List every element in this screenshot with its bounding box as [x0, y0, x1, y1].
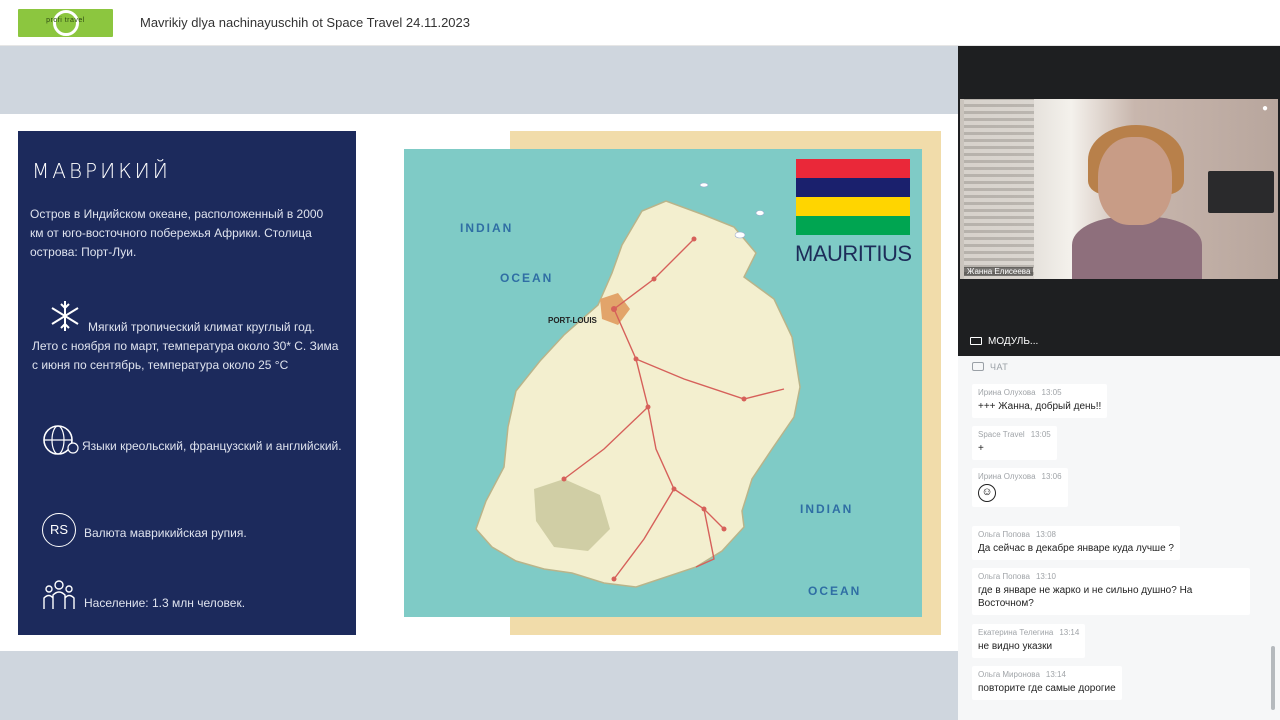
smiley-emoji-icon: ☺	[978, 484, 996, 502]
chat-message: Space Travel 13:05 +	[972, 426, 1057, 460]
languages-text: Языки креольский, французский и английск…	[82, 439, 342, 453]
camera-icon	[970, 337, 982, 345]
message-text: Да сейчас в декабре январе куда лучше ?	[978, 543, 1174, 554]
chat-header-label: ЧАТ	[990, 362, 1009, 372]
ocean-label-indian-west: INDIAN	[460, 221, 514, 235]
info-panel: МАВРИКИЙ Остров в Индийском океане, расп…	[18, 131, 356, 635]
flag-stripe-red	[796, 159, 910, 178]
message-author: Ольга Попова	[978, 530, 1030, 539]
chat-message: Ольга Миронова 13:14 повторите где самые …	[972, 666, 1122, 700]
ocean-label-ocean-east: OCEAN	[808, 584, 862, 598]
video-panel: Жанна Елисеева ● МОДУЛЬ...	[958, 46, 1280, 356]
flag-stripe-blue	[796, 178, 910, 197]
message-time: 13:14	[1059, 628, 1080, 637]
message-time: 13:14	[1045, 670, 1066, 679]
message-author: Ирина Олухова	[978, 388, 1036, 397]
message-time: 13:10	[1035, 572, 1057, 581]
mauritius-flag	[796, 159, 910, 235]
slide: МАВРИКИЙ Остров в Индийском океане, расп…	[0, 114, 958, 651]
presentation-stage: МАВРИКИЙ Остров в Индийском океане, расп…	[0, 46, 958, 720]
message-text: не видно указки	[978, 641, 1053, 652]
message-author: Ольга Попова	[978, 572, 1030, 581]
message-author: Ольга Миронова	[978, 670, 1040, 679]
message-author: Екатерина Телегина	[978, 628, 1054, 637]
message-author: Space Travel	[978, 430, 1025, 439]
slide-heading: МАВРИКИЙ	[32, 159, 171, 183]
message-time: 13:08	[1035, 530, 1057, 539]
speaker-face	[1098, 137, 1172, 225]
message-time: 13:06	[1041, 472, 1062, 481]
chat-scrollbar[interactable]	[1271, 646, 1275, 710]
capital-label: PORT-LOUIS	[548, 316, 597, 325]
webinar-title: Mavrikiy dlya nachinayuschih ot Space Tr…	[140, 15, 471, 30]
chat-message: Ольга Попова 13:08 Да сейчас в декабре ян…	[972, 526, 1180, 560]
population-text: Население: 1.3 млн человек.	[84, 596, 246, 610]
ocean-label-indian-east: INDIAN	[800, 502, 854, 516]
logo-text: profi travel	[46, 17, 85, 24]
chat-message: Ирина Олухова 13:05 +++ Жанна, добрый ден…	[972, 384, 1108, 418]
chat-panel: ЧАТ Ирина Олухова 13:05 +++ Жанна, добрый…	[958, 356, 1280, 720]
flag-stripe-yellow	[796, 197, 910, 216]
message-author: Ирина Олухова	[978, 472, 1036, 481]
population-people-icon	[43, 580, 75, 609]
flag-stripe-green	[796, 216, 910, 235]
window-blind	[964, 99, 1034, 279]
background-tv	[1208, 171, 1274, 213]
module-bar[interactable]: МОДУЛЬ...	[970, 336, 1038, 347]
chat-header: ЧАТ	[972, 362, 1008, 372]
chat-message: Ольга Попова 13:10 где в январе не жарко …	[972, 568, 1250, 615]
top-bar: profi travel Mavrikiy dlya nachinayuschi…	[0, 0, 1280, 46]
message-text: где в январе не жарко и не сильно душно?…	[978, 585, 1193, 609]
chat-icon	[972, 362, 984, 371]
slide-description: Остров в Индийском океане, расположенный…	[30, 207, 324, 259]
message-text: +	[978, 443, 984, 454]
speaker-body	[1072, 217, 1202, 279]
ocean-label-ocean-west: OCEAN	[500, 271, 554, 285]
microphone-icon[interactable]: ●	[1262, 103, 1268, 114]
mauritius-map: MAURITIUS INDIAN OCEAN INDIAN OCEAN PORT…	[404, 131, 941, 635]
chat-message: Ирина Олухова 13:06 ☺	[972, 468, 1068, 507]
module-label: МОДУЛЬ...	[988, 336, 1039, 347]
currency-text: Валюта маврикийская рупия.	[84, 526, 247, 540]
message-text: +++ Жанна, добрый день!!	[978, 401, 1102, 412]
message-text: повторите где самые дорогие	[978, 683, 1116, 694]
climate-text: Мягкий тропический климат круглый год. Л…	[32, 320, 339, 372]
participant-name-tag: Жанна Елисеева	[964, 267, 1034, 276]
flag-caption: MAURITIUS	[795, 241, 912, 266]
message-time: 13:05	[1030, 430, 1051, 439]
message-time: 13:05	[1041, 388, 1062, 397]
speaker-video[interactable]: Жанна Елисеева ●	[960, 99, 1278, 279]
profi-travel-logo[interactable]: profi travel	[18, 9, 113, 37]
chat-message: Екатерина Телегина 13:14 не видно указки	[972, 624, 1086, 658]
rupee-currency-icon: RS	[42, 513, 76, 547]
